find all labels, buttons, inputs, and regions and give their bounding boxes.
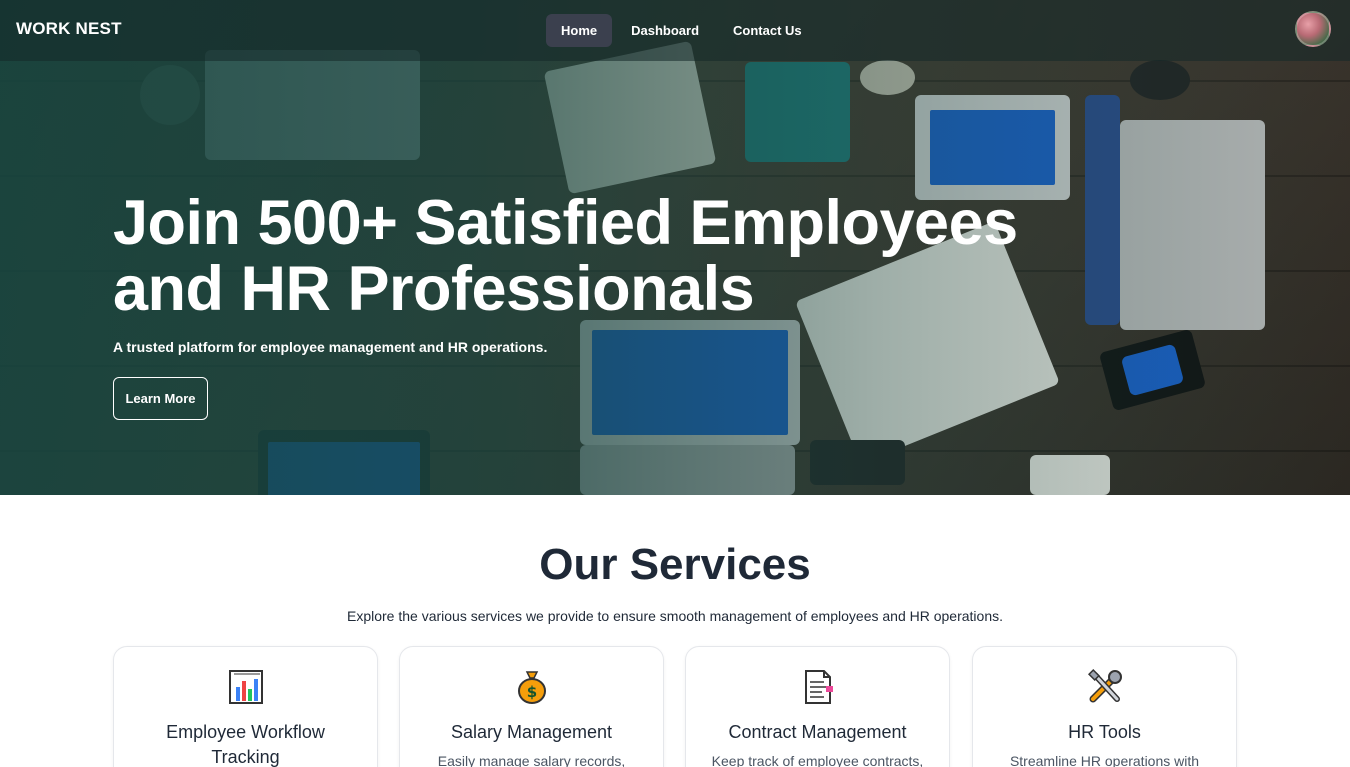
- service-card-contract[interactable]: Contract Management Keep track of employ…: [685, 646, 950, 767]
- service-card-title: Employee Workflow Tracking: [166, 722, 325, 767]
- hero-section: Join 500+ Satisfied Employees and HR Pro…: [0, 0, 1350, 495]
- hero-title: Join 500+ Satisfied Employees and HR Pro…: [113, 188, 1018, 324]
- service-card-salary[interactable]: $ Salary Management Easily manage salary…: [399, 646, 664, 767]
- nav-links: Home Dashboard Contact Us: [546, 14, 817, 47]
- service-card-workflow[interactable]: Employee Workflow Tracking: [113, 646, 378, 767]
- user-avatar[interactable]: [1295, 11, 1331, 47]
- service-card-text: Streamline HR operations with: [1009, 753, 1200, 767]
- nav-link-home[interactable]: Home: [546, 14, 613, 47]
- service-card-hr-tools[interactable]: HR Tools Streamline HR operations with: [972, 646, 1237, 767]
- top-navbar: WORK NEST Home Dashboard Contact Us: [0, 0, 1350, 61]
- services-description: Explore the various services we provide …: [346, 608, 1003, 624]
- service-card-title: HR Tools: [1068, 722, 1141, 742]
- nav-link-contact-us[interactable]: Contact Us: [718, 14, 817, 47]
- brand-logo[interactable]: WORK NEST: [16, 19, 122, 39]
- services-title: Our Services: [539, 540, 811, 589]
- service-card-title: Contract Management: [728, 722, 907, 742]
- learn-more-button[interactable]: Learn More: [113, 377, 208, 420]
- nav-link-dashboard[interactable]: Dashboard: [616, 14, 714, 47]
- bar-chart-icon: [228, 669, 264, 705]
- contract-document-icon: [800, 669, 836, 705]
- tools-icon: [1087, 668, 1123, 705]
- service-card-text: Easily manage salary records,: [437, 753, 626, 767]
- hero-subtitle: A trusted platform for employee manageme…: [113, 339, 548, 355]
- svg-text:$: $: [526, 683, 536, 701]
- money-bag-icon: $: [514, 669, 550, 705]
- service-card-text: Keep track of employee contracts,: [711, 753, 924, 767]
- service-card-title: Salary Management: [450, 722, 613, 742]
